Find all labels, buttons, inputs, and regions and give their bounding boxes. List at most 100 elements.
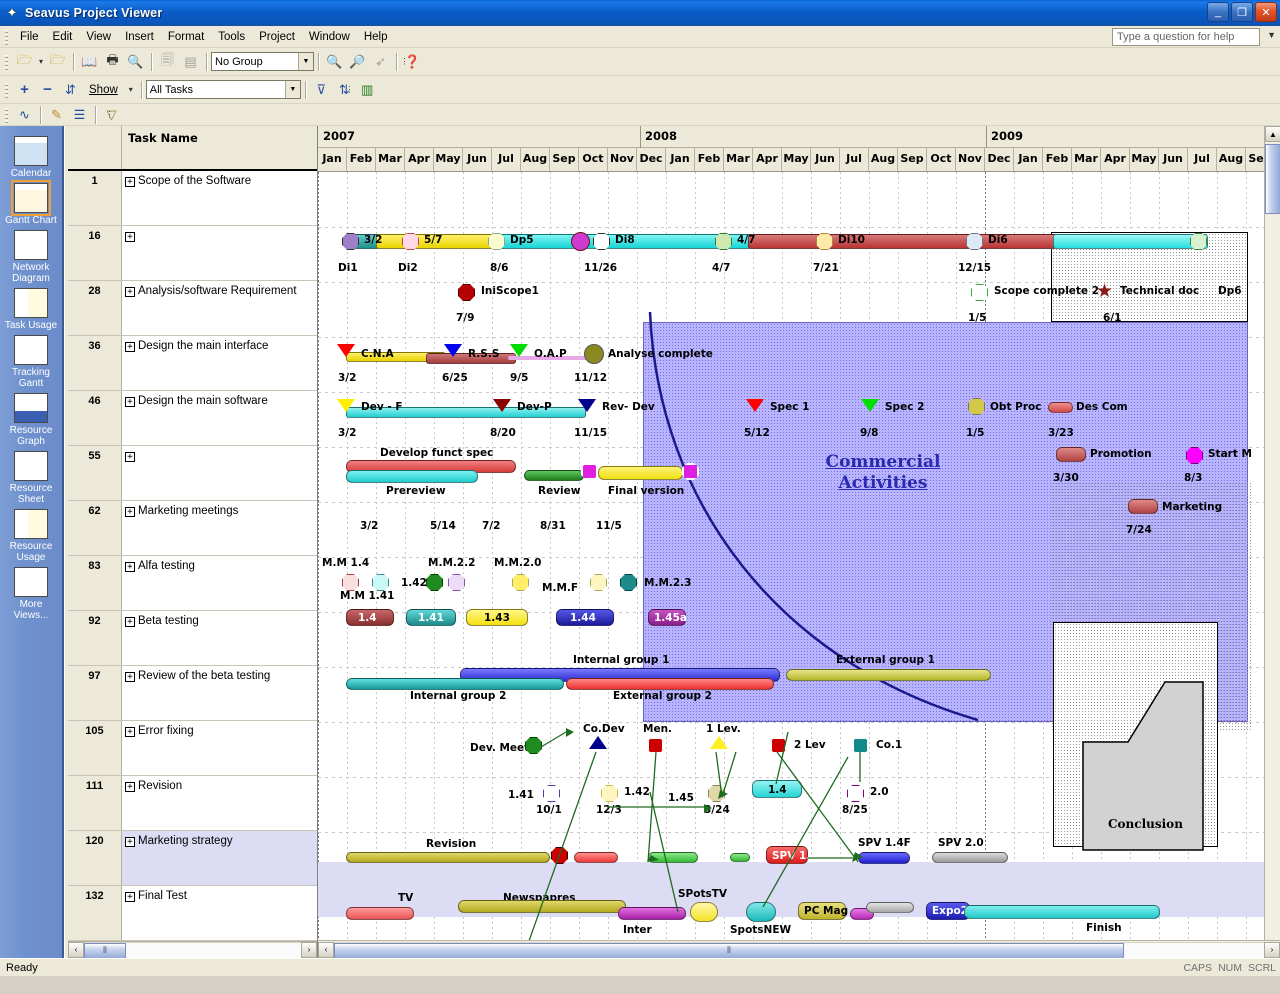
- timeline-month-cell[interactable]: Jun: [811, 148, 840, 171]
- menu-help[interactable]: Help: [357, 28, 395, 46]
- toolbar1-gripper[interactable]: [3, 54, 11, 70]
- timeline-month-cell[interactable]: Jan: [318, 148, 347, 171]
- timeline-month-cell[interactable]: May: [782, 148, 811, 171]
- table-row[interactable]: 46+Design the main software: [68, 391, 317, 446]
- sidebar-item-resource-sheet[interactable]: Resource Sheet: [1, 451, 61, 505]
- column-header-id[interactable]: [68, 126, 122, 169]
- read-mode-icon[interactable]: 📖: [78, 51, 101, 73]
- expand-icon[interactable]: +: [125, 562, 135, 572]
- task-name-cell[interactable]: +Marketing strategy: [122, 831, 317, 885]
- outline-indent-icon[interactable]: +: [13, 79, 36, 101]
- timeline-month-cell[interactable]: Feb: [695, 148, 724, 171]
- filter-select[interactable]: All Tasks ▼: [146, 80, 301, 99]
- gantt-scroll-thumb[interactable]: [1265, 144, 1280, 214]
- table-row[interactable]: 83+Alfa testing: [68, 556, 317, 611]
- toolbar-overflow-icon[interactable]: ⋮: [105, 104, 114, 126]
- resource-graph-icon[interactable]: ∿: [13, 104, 36, 126]
- chevron-down-icon[interactable]: ▾: [125, 79, 137, 101]
- scroll-right-button[interactable]: ›: [1264, 942, 1280, 958]
- timeline-month-cell[interactable]: Feb: [347, 148, 376, 171]
- help-search-input[interactable]: Type a question for help: [1112, 28, 1260, 46]
- show-menu-button[interactable]: Show: [82, 81, 125, 99]
- timeline-month-cell[interactable]: Feb: [1043, 148, 1072, 171]
- close-button[interactable]: ✕: [1255, 2, 1277, 22]
- expand-icon[interactable]: +: [125, 287, 135, 297]
- copy-icon[interactable]: 🗐: [156, 51, 179, 73]
- task-name-cell[interactable]: +Beta testing: [122, 611, 317, 665]
- timeline-month-cell[interactable]: May: [434, 148, 463, 171]
- expand-icon[interactable]: +: [125, 782, 135, 792]
- task-name-cell[interactable]: +Final Test: [122, 886, 317, 940]
- sidebar-item-more-views[interactable]: More Views...: [1, 567, 61, 621]
- table-row[interactable]: 55+: [68, 446, 317, 501]
- scroll-left-button[interactable]: ‹: [318, 942, 334, 958]
- expand-icon[interactable]: +: [125, 837, 135, 847]
- table-row[interactable]: 120+Marketing strategy: [68, 831, 317, 886]
- timeline-month-cell[interactable]: Mar: [1072, 148, 1101, 171]
- gantt-scroll-track[interactable]: ⦀: [334, 942, 1264, 958]
- table-row[interactable]: 36+Design the main interface: [68, 336, 317, 391]
- sidebar-item-tracking-gantt[interactable]: Tracking Gantt: [1, 335, 61, 389]
- timeline-month-cell[interactable]: May: [1130, 148, 1159, 171]
- timeline-month-cell[interactable]: Aug: [869, 148, 898, 171]
- menu-gripper[interactable]: [3, 29, 11, 45]
- maximize-button[interactable]: ❐: [1231, 2, 1253, 22]
- grid-icon[interactable]: ▥: [356, 79, 379, 101]
- task-name-cell[interactable]: +: [122, 446, 317, 500]
- hide-subtasks-icon[interactable]: ⇵: [59, 79, 82, 101]
- timeline-month-cell[interactable]: Apr: [405, 148, 434, 171]
- timeline-month-cell[interactable]: Nov: [956, 148, 985, 171]
- zoom-out-icon[interactable]: 🔎: [346, 51, 369, 73]
- expand-icon[interactable]: +: [125, 672, 135, 682]
- expand-icon[interactable]: +: [125, 507, 135, 517]
- table-row[interactable]: 1+Scope of the Software: [68, 171, 317, 226]
- timeline-month-cell[interactable]: Jan: [1014, 148, 1043, 171]
- expand-icon[interactable]: +: [125, 177, 135, 187]
- chevron-down-icon[interactable]: ▼: [1267, 30, 1276, 40]
- task-name-cell[interactable]: +Review of the beta testing: [122, 666, 317, 720]
- scroll-up-button[interactable]: ▲: [1265, 126, 1280, 142]
- goto-task-icon[interactable]: ➶: [369, 51, 392, 73]
- sidebar-item-network-diagram[interactable]: Network Diagram: [1, 230, 61, 284]
- chevron-down-icon[interactable]: ▼: [285, 81, 300, 98]
- timeline-month-cell[interactable]: Jun: [1159, 148, 1188, 171]
- expand-icon[interactable]: +: [125, 397, 135, 407]
- timeline-month-cell[interactable]: Jun: [463, 148, 492, 171]
- timeline-month-cell[interactable]: Jul: [840, 148, 869, 171]
- sidebar-item-resource-usage[interactable]: Resource Usage: [1, 509, 61, 563]
- zoom-in-icon[interactable]: 🔍: [323, 51, 346, 73]
- menu-view[interactable]: View: [79, 28, 118, 46]
- grid-horizontal-scrollbar[interactable]: ‹ ⦀ ›: [68, 941, 317, 958]
- menu-tools[interactable]: Tools: [211, 28, 252, 46]
- timeline-month-cell[interactable]: Dec: [985, 148, 1014, 171]
- print-icon[interactable]: 🖶: [101, 51, 124, 73]
- timeline-month-cell[interactable]: Jul: [1188, 148, 1217, 171]
- expand-icon[interactable]: +: [125, 892, 135, 902]
- toolbar-overflow-icon[interactable]: ⋮: [400, 51, 409, 73]
- task-name-cell[interactable]: +Alfa testing: [122, 556, 317, 610]
- task-name-cell[interactable]: +: [122, 226, 317, 280]
- timeline-month-cell[interactable]: Oct: [579, 148, 608, 171]
- task-name-cell[interactable]: +Scope of the Software: [122, 171, 317, 225]
- task-name-cell[interactable]: +Design the main software: [122, 391, 317, 445]
- timeline-month-cell[interactable]: Jan: [666, 148, 695, 171]
- outline-outdent-icon[interactable]: −: [36, 79, 59, 101]
- timeline-month-cell[interactable]: Dec: [637, 148, 666, 171]
- expand-icon[interactable]: +: [125, 617, 135, 627]
- expand-icon[interactable]: +: [125, 342, 135, 352]
- menu-format[interactable]: Format: [161, 28, 211, 46]
- table-row[interactable]: 28+Analysis/software Requirement: [68, 281, 317, 336]
- timeline-month-cell[interactable]: Sep: [550, 148, 579, 171]
- paste-icon[interactable]: ▤: [179, 51, 202, 73]
- highlight-icon[interactable]: ✎: [45, 104, 68, 126]
- scroll-right-button[interactable]: ›: [301, 942, 317, 958]
- sidebar-item-resource-graph[interactable]: Resource Graph: [1, 393, 61, 447]
- scroll-left-button[interactable]: ‹: [68, 942, 84, 958]
- table-row[interactable]: 92+Beta testing: [68, 611, 317, 666]
- table-row[interactable]: 105+Error fixing: [68, 721, 317, 776]
- chevron-down-icon[interactable]: ▼: [298, 53, 313, 70]
- task-name-cell[interactable]: +Revision: [122, 776, 317, 830]
- gantt-vertical-scrollbar[interactable]: ▲ ▼: [1264, 126, 1280, 958]
- menu-edit[interactable]: Edit: [46, 28, 80, 46]
- task-name-cell[interactable]: +Analysis/software Requirement: [122, 281, 317, 335]
